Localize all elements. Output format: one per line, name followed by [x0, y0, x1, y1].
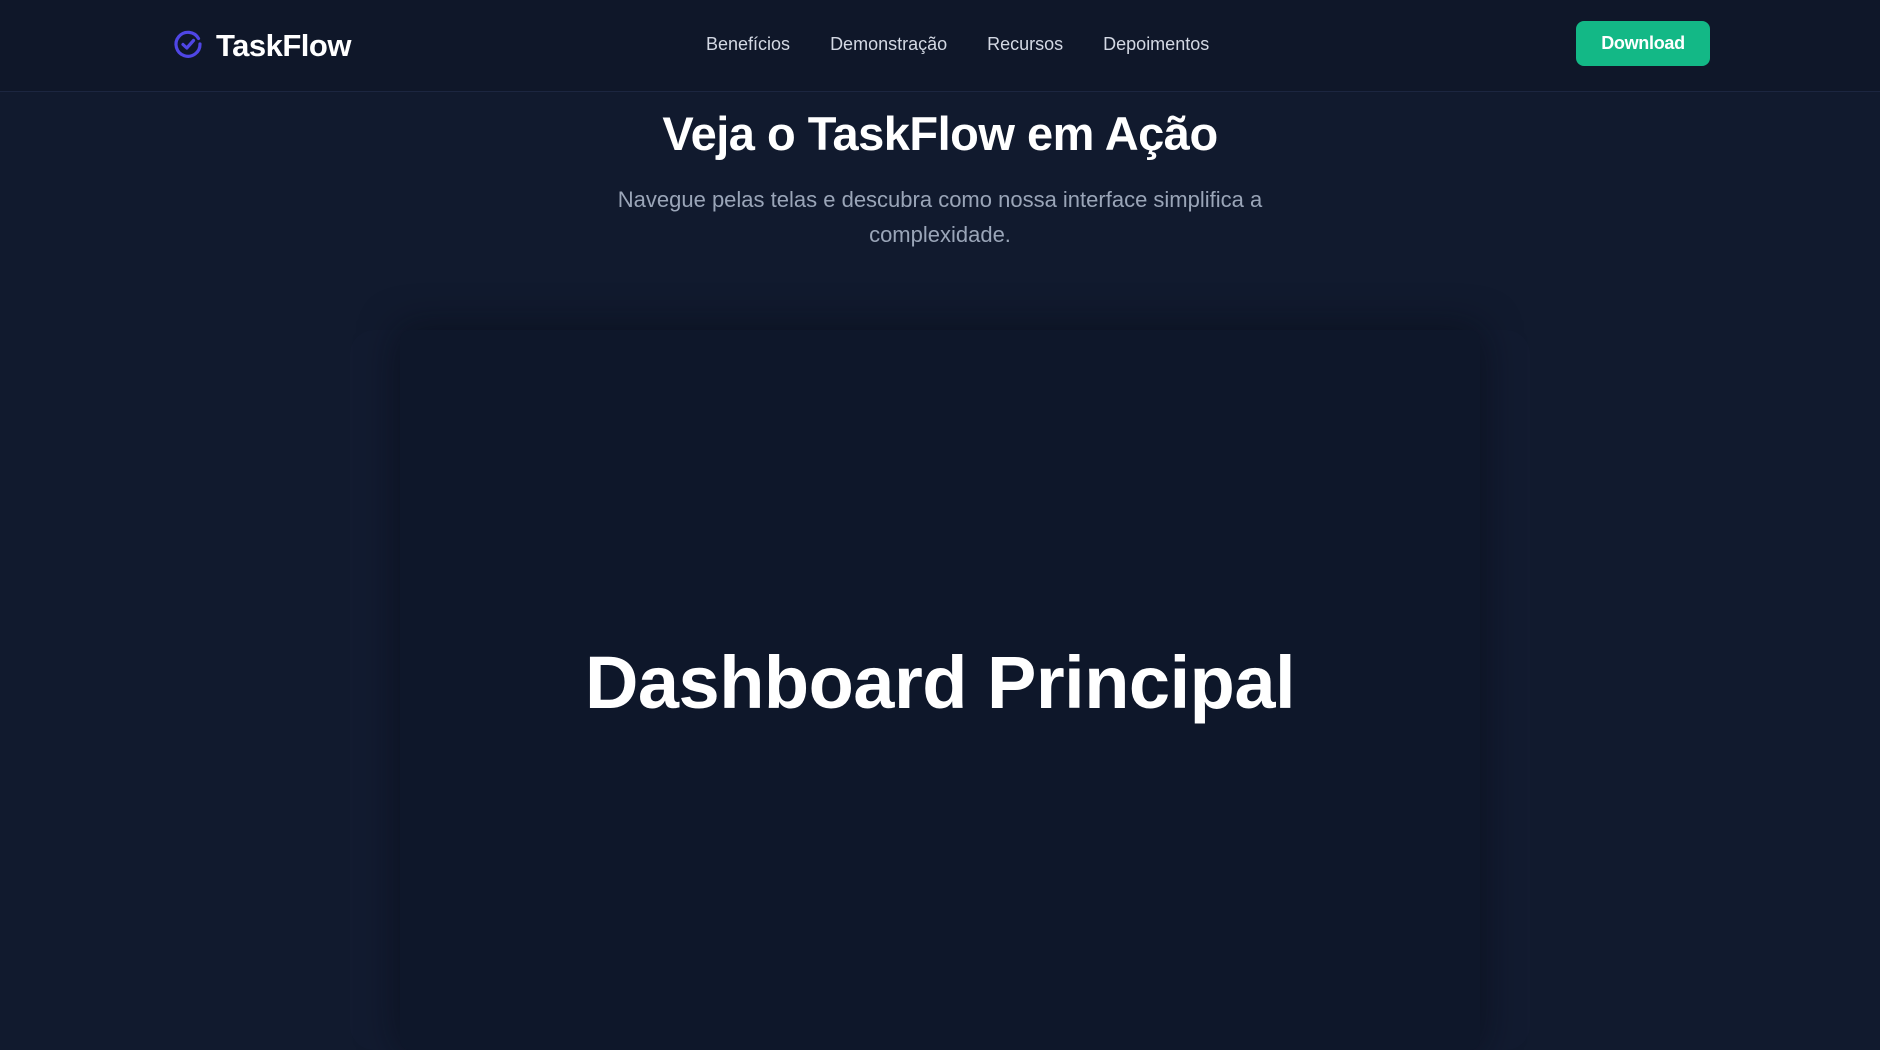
nav-link-beneficios[interactable]: Benefícios	[706, 30, 790, 58]
section-subtitle: Navegue pelas telas e descubra como noss…	[617, 187, 1263, 247]
main-nav: Benefícios Demonstração Recursos Depoime…	[706, 30, 1209, 58]
brand-name: TaskFlow	[216, 28, 351, 63]
demo-screen-title: Dashboard Principal	[584, 641, 1296, 724]
nav-link-depoimentos[interactable]: Depoimentos	[1103, 30, 1209, 58]
download-button[interactable]: Download	[1576, 21, 1710, 66]
nav-link-demonstracao[interactable]: Demonstração	[830, 30, 947, 58]
top-navbar: TaskFlow Benefícios Demonstração Recurso…	[0, 0, 1880, 92]
nav-link-recursos[interactable]: Recursos	[987, 30, 1063, 58]
demo-screen-frame[interactable]: Dashboard Principal	[400, 330, 1480, 1050]
brand-logo[interactable]: TaskFlow	[172, 26, 351, 66]
check-circle-icon	[172, 28, 204, 65]
section-title: Veja o TaskFlow em Ação	[662, 107, 1218, 160]
